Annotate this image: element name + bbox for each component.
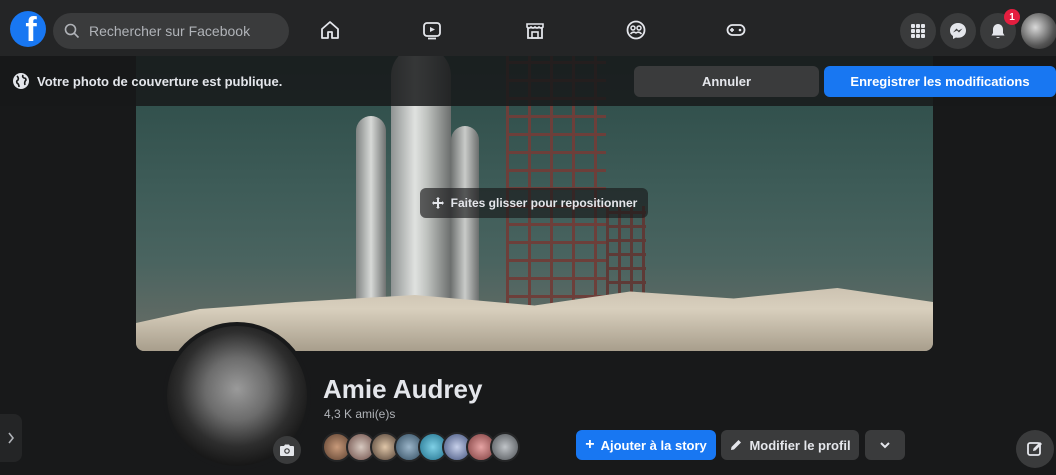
home-icon[interactable] xyxy=(316,16,344,44)
pencil-icon xyxy=(731,440,742,450)
cover-public-notice: Votre photo de couverture est publique. xyxy=(37,74,283,89)
search-input[interactable] xyxy=(87,22,271,40)
plus-icon: + xyxy=(585,436,595,453)
edit-profile-button[interactable]: Modifier le profil xyxy=(721,430,859,460)
cover-image-booster-left xyxy=(356,116,386,326)
save-changes-button[interactable]: Enregistrer les modifications xyxy=(824,66,1056,97)
search-icon xyxy=(64,23,80,39)
messenger-icon[interactable] xyxy=(940,13,976,49)
facebook-logo[interactable]: f xyxy=(10,11,46,47)
move-arrows-icon xyxy=(431,197,444,209)
add-to-story-button[interactable]: + Ajouter à la story xyxy=(576,430,716,460)
drag-to-reposition-hint: Faites glisser pour repositionner xyxy=(420,188,648,218)
notification-badge: 1 xyxy=(1004,9,1020,25)
profile-name: Amie Audrey xyxy=(323,374,483,404)
marketplace-icon[interactable] xyxy=(521,16,549,44)
camera-icon[interactable] xyxy=(273,436,301,464)
friend-avatar[interactable] xyxy=(490,432,520,462)
top-navigation-bar: f 1 xyxy=(0,0,1056,56)
groups-icon[interactable] xyxy=(622,16,650,44)
friends-count[interactable]: 4,3 K ami(e)s xyxy=(324,407,395,421)
cover-image-booster-right xyxy=(451,126,479,326)
expand-sidebar-button[interactable] xyxy=(0,414,22,462)
account-avatar[interactable] xyxy=(1021,13,1056,49)
search-box[interactable] xyxy=(53,13,289,49)
chevron-down-icon xyxy=(880,442,890,449)
new-message-button[interactable] xyxy=(1016,430,1054,468)
cancel-button[interactable]: Annuler xyxy=(634,66,819,97)
edit-profile-label: Modifier le profil xyxy=(749,437,851,453)
drag-hint-label: Faites glisser pour repositionner xyxy=(450,196,638,210)
globe-icon xyxy=(13,73,29,89)
compose-icon xyxy=(1027,442,1042,456)
chevron-right-icon xyxy=(8,432,15,444)
gaming-icon[interactable] xyxy=(722,16,750,44)
more-options-button[interactable] xyxy=(865,430,905,460)
watch-icon[interactable] xyxy=(418,16,446,44)
add-to-story-label: Ajouter à la story xyxy=(600,437,707,453)
friend-avatars-row xyxy=(322,432,520,462)
menu-grid-icon[interactable] xyxy=(900,13,936,49)
